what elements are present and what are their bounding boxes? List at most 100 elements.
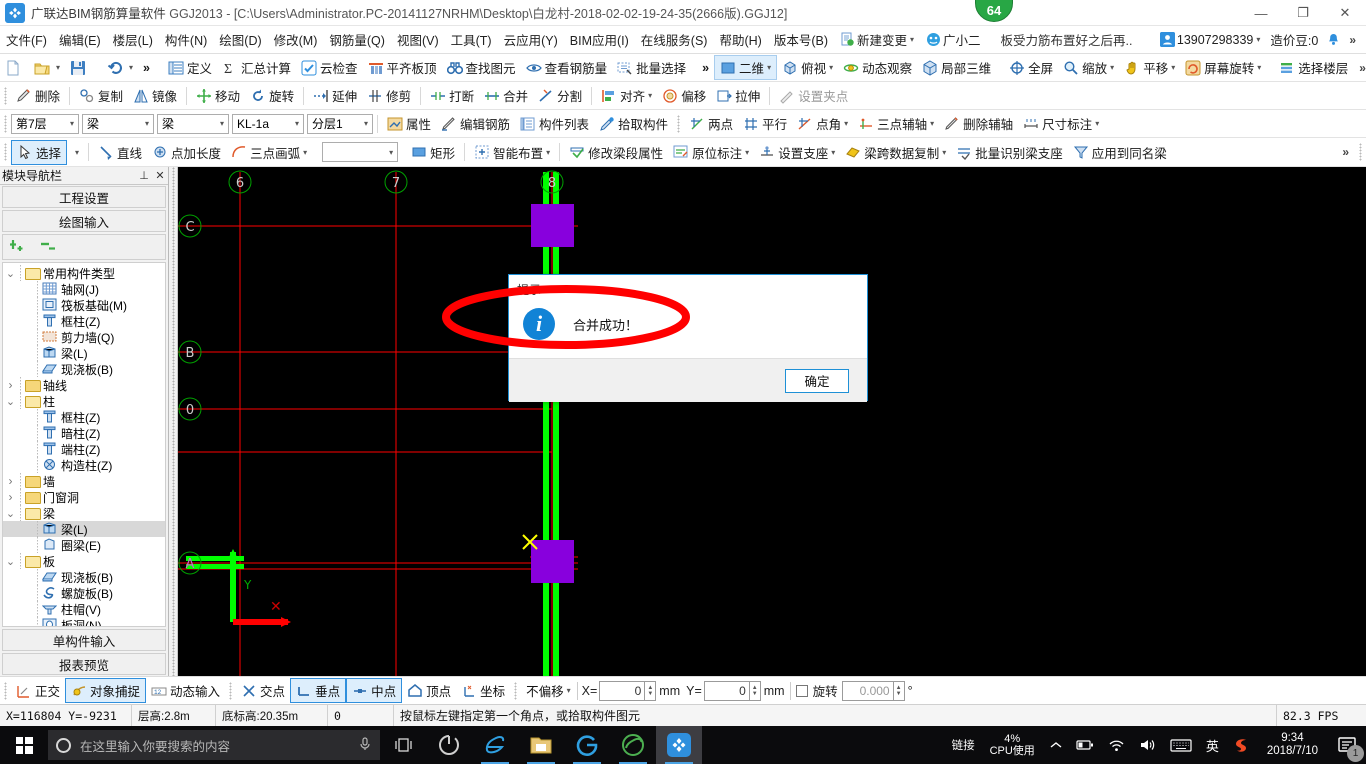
chevron-down-icon[interactable]: ▾ <box>767 63 771 72</box>
menu-bim[interactable]: BIM应用(I) <box>564 27 635 52</box>
x-offset-input[interactable]: 0 <box>599 680 646 701</box>
phone-number-label[interactable]: 13907298339 <box>1177 33 1253 47</box>
batch-select-button[interactable]: 批量选择 <box>612 56 691 79</box>
toolbar-grip[interactable] <box>4 143 7 161</box>
mirror-button[interactable]: 镜像 <box>128 84 182 107</box>
snapbar-grip[interactable] <box>514 681 518 700</box>
menu-draw[interactable]: 绘图(D) <box>213 27 267 52</box>
chevron-down-icon[interactable]: ▾ <box>220 119 224 128</box>
point-plus-length-button[interactable]: 点加长度 <box>147 141 226 164</box>
tree-expand-icon[interactable]: › <box>5 378 16 392</box>
chevron-down-icon[interactable]: ▾ <box>829 63 833 72</box>
chevron-down-icon[interactable]: ▾ <box>831 148 835 157</box>
tree-expand-icon[interactable]: › <box>5 474 16 488</box>
battery-icon[interactable] <box>1069 726 1101 764</box>
view-rebar-qty-button[interactable]: 查看钢筋量 <box>521 56 613 79</box>
extend-button[interactable]: 延伸 <box>308 84 362 107</box>
component-tree[interactable]: ⌄ 常用构件类型 轴网(J) 筏板基础(M) 框柱(Z) 剪力墙(Q) 梁(L) 现浇板(B)… <box>2 262 166 627</box>
rotate-checkbox[interactable] <box>795 684 808 697</box>
pick-member-button[interactable]: 拾取构件 <box>594 112 673 135</box>
copy-button[interactable]: 复制 <box>74 84 128 107</box>
object-snap-toggle[interactable]: 对象捕捉 <box>65 678 147 703</box>
rotate-spin[interactable]: ▲ ▼ <box>893 680 905 701</box>
chevron-down-icon[interactable]: ▾ <box>1171 63 1175 72</box>
y-offset-stepper[interactable]: 0 ▲ ▼ <box>703 680 761 701</box>
point-angle-button[interactable]: 点角 ▾ <box>792 112 853 135</box>
edit-beam-segment-button[interactable]: 修改梁段属性 <box>564 141 668 164</box>
perpendicular-snap[interactable]: 垂点 <box>290 678 347 703</box>
taskbar-app-ie-icon[interactable] <box>472 726 518 764</box>
project-settings-button[interactable]: 工程设置 <box>2 186 166 208</box>
chevron-down-icon[interactable]: ▾ <box>56 63 60 72</box>
close-icon[interactable]: ✕ <box>152 169 168 182</box>
toolbar1-overflow-mid[interactable]: » <box>697 59 714 77</box>
tree-column[interactable]: ⌄ 柱 <box>3 393 165 409</box>
sogou-input-icon[interactable] <box>1226 726 1257 764</box>
menu-help[interactable]: 帮助(H) <box>713 27 767 52</box>
close-button[interactable]: ✕ <box>1324 0 1366 26</box>
line-button[interactable]: 直线 <box>93 141 147 164</box>
tree-expand-icon[interactable]: › <box>5 490 16 504</box>
add-icon[interactable] <box>9 238 29 257</box>
cloud-check-button[interactable]: 云检查 <box>296 56 363 79</box>
single-member-input-button[interactable]: 单构件输入 <box>2 629 166 651</box>
rotate-input[interactable]: 0.000 <box>841 680 894 701</box>
x-offset-spin[interactable]: ▲ ▼ <box>645 680 657 701</box>
open-file-button[interactable]: ▾ <box>29 58 65 78</box>
volume-icon[interactable] <box>1132 726 1163 764</box>
notification-center-button[interactable]: 1 <box>1328 726 1366 764</box>
task-view-button[interactable] <box>380 726 426 764</box>
properties-button[interactable]: 属性 <box>382 112 436 135</box>
tree-wall[interactable]: › 墙 <box>3 473 165 489</box>
tree-axis-net[interactable]: 轴网(J) <box>3 281 165 297</box>
tip-message[interactable]: 板受力筋布置好之后再.. <box>987 30 1147 49</box>
menu-floor[interactable]: 楼层(L) <box>107 27 159 52</box>
delete-button[interactable]: 删除 <box>11 84 65 107</box>
rectangle-button[interactable]: 矩形 <box>406 141 460 164</box>
select-tool-button[interactable]: 选择 <box>11 139 68 165</box>
three-point-arc-button[interactable]: 三点画弧 ▾ <box>226 141 312 164</box>
spin-down-icon[interactable]: ▼ <box>896 691 902 697</box>
toolbar-grip[interactable] <box>1359 143 1362 161</box>
dimension-button[interactable]: 尺寸标注 ▾ <box>1018 112 1104 135</box>
taskbar-app-360-icon[interactable] <box>426 726 472 764</box>
menubar-overflow-button[interactable]: » <box>1343 33 1362 47</box>
category-selector[interactable]: 梁 ▾ <box>82 113 154 134</box>
menu-member[interactable]: 构件(N) <box>159 27 213 52</box>
chevron-down-icon[interactable]: ▾ <box>129 63 133 72</box>
smart-layout-button[interactable]: 智能布置 ▾ <box>469 141 555 164</box>
new-file-button[interactable] <box>0 58 29 78</box>
tree-common-types[interactable]: ⌄ 常用构件类型 <box>3 265 165 281</box>
taskbar-app-ggj-icon[interactable] <box>656 726 702 764</box>
taskbar-app-browser-icon[interactable] <box>564 726 610 764</box>
dynamic-input-toggle[interactable]: 12 动态输入 <box>146 679 225 702</box>
chevron-down-icon[interactable]: ▾ <box>1095 119 1099 128</box>
toolbar-grip[interactable] <box>677 114 681 133</box>
toolbar1-overflow-right[interactable]: » <box>1353 61 1366 75</box>
spin-down-icon[interactable]: ▼ <box>752 691 758 697</box>
split-button[interactable]: 分割 <box>533 84 587 107</box>
edit-rebar-button[interactable]: 编辑钢筋 <box>436 112 515 135</box>
two-point-button[interactable]: 两点 <box>684 112 738 135</box>
draw-input-button[interactable]: 绘图输入 <box>2 210 166 232</box>
tree-end-column[interactable]: 端柱(Z) <box>3 441 165 457</box>
tree-spiral-slab[interactable]: 螺旋板(B) <box>3 585 165 601</box>
beam-span-copy-button[interactable]: 梁跨数据复制 ▾ <box>840 141 951 164</box>
chevron-down-icon[interactable]: ▾ <box>1257 63 1261 72</box>
tree-raft-foundation[interactable]: 筏板基础(M) <box>3 297 165 313</box>
chevron-down-icon[interactable]: ▾ <box>389 148 393 157</box>
ime-indicator[interactable]: 英 <box>1199 726 1226 764</box>
panel-splitter[interactable] <box>169 167 178 676</box>
x-offset-stepper[interactable]: 0 ▲ ▼ <box>599 680 657 701</box>
move-button[interactable]: 移动 <box>191 84 245 107</box>
y-offset-spin[interactable]: ▲ ▼ <box>749 680 761 701</box>
tree-slab-folder[interactable]: ⌄ 板 <box>3 553 165 569</box>
chevron-down-icon[interactable]: ▾ <box>745 148 749 157</box>
define-button[interactable]: 定义 <box>163 56 217 79</box>
pan-button[interactable]: 平移 ▾ <box>1119 56 1180 79</box>
tree-collapse-icon[interactable]: ⌄ <box>5 507 16 520</box>
minimize-button[interactable]: — <box>1240 0 1282 26</box>
rotate-stepper[interactable]: 0.000 ▲ ▼ <box>841 680 905 701</box>
menu-version[interactable]: 版本号(B) <box>768 27 834 52</box>
microphone-icon[interactable] <box>358 736 372 755</box>
